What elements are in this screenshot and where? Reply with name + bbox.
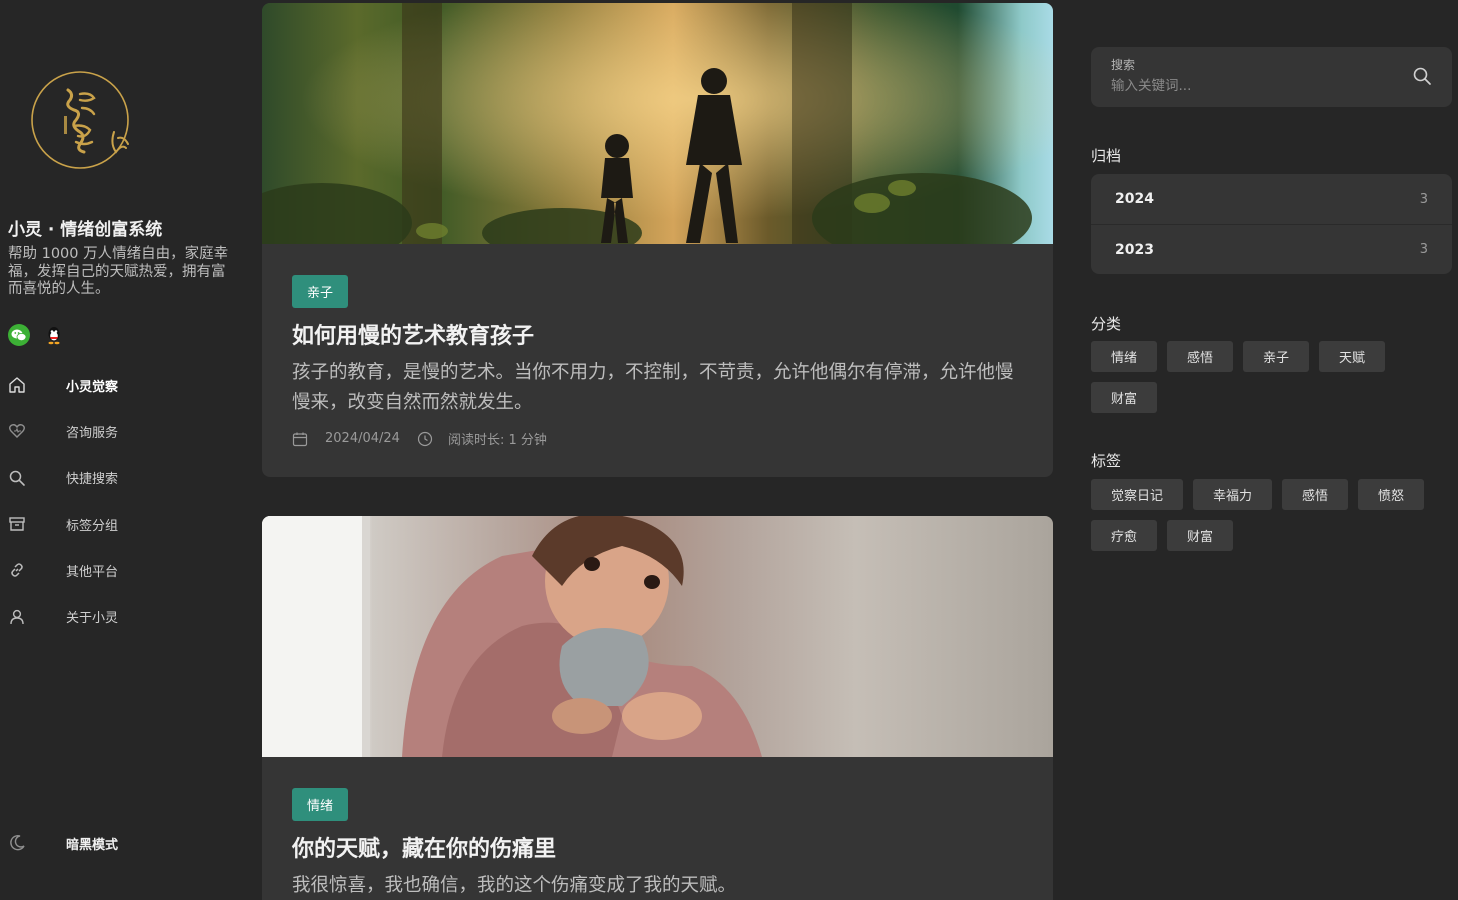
site-logo[interactable] <box>28 68 136 172</box>
nav-item-tags[interactable]: 标签分组 <box>0 501 240 547</box>
wechat-icon[interactable] <box>8 324 30 346</box>
tag-chip[interactable]: 觉察日记 <box>1091 479 1183 510</box>
post-excerpt: 孩子的教育，是慢的艺术。当你不用力，不控制，不苛责，允许他偶尔有停滞，允许他慢慢… <box>292 362 1014 413</box>
post-card[interactable]: 亲子 如何用慢的艺术教育孩子 孩子的教育，是慢的艺术。当你不用力，不控制，不苛责… <box>262 3 1053 477</box>
nav-item-consulting[interactable]: 咨询服务 <box>0 408 240 454</box>
qq-icon[interactable] <box>43 324 65 346</box>
site-description: 帮助 1000 万人情绪自由，家庭幸福，发挥自己的天赋热爱，拥有富而喜悦的人生。 <box>8 246 229 297</box>
clock-icon <box>417 431 433 447</box>
post-date: 2024/04/24 <box>325 431 400 446</box>
search-label: 搜索 <box>1111 58 1136 72</box>
search-icon <box>8 469 26 487</box>
archive-row[interactable]: 2023 3 <box>1091 224 1452 274</box>
nav-item-home[interactable]: 小灵觉察 <box>0 362 240 408</box>
post-excerpt: 我很惊喜，我也确信，我的这个伤痛变成了我的天赋。 <box>292 875 737 896</box>
site-title[interactable]: 小灵 · 情绪创富系统 <box>8 215 162 240</box>
moon-icon <box>8 834 26 852</box>
link-icon <box>8 561 26 579</box>
nav-item-search[interactable]: 快捷搜索 <box>0 455 240 501</box>
nav-item-about[interactable]: 关于小灵 <box>0 593 240 639</box>
post-title[interactable]: 如何用慢的艺术教育孩子 <box>292 322 1024 352</box>
tag-chip[interactable]: 幸福力 <box>1193 479 1272 510</box>
nav-label: 小灵觉察 <box>66 379 119 395</box>
calendar-icon <box>292 431 308 447</box>
archive-title: 归档 <box>1091 147 1122 165</box>
tag-chip[interactable]: 财富 <box>1167 520 1233 551</box>
category-chip[interactable]: 亲子 <box>1243 341 1309 372</box>
nav-label: 标签分组 <box>66 518 119 534</box>
category-chip[interactable]: 财富 <box>1091 382 1157 413</box>
search-input[interactable] <box>1111 76 1391 96</box>
nav-label: 快捷搜索 <box>66 472 119 488</box>
category-chip[interactable]: 情绪 <box>1091 341 1157 372</box>
categories-title: 分类 <box>1091 315 1122 333</box>
category-chip[interactable]: 感悟 <box>1167 341 1233 372</box>
archive-count: 3 <box>1419 242 1428 257</box>
category-chips: 情绪 感悟 亲子 天赋 财富 <box>1091 341 1453 413</box>
tag-chip[interactable]: 愤怒 <box>1358 479 1424 510</box>
post-category-badge[interactable]: 情绪 <box>292 788 349 821</box>
archive-year: 2023 <box>1115 241 1154 258</box>
dark-mode-label: 暗黑模式 <box>66 837 119 853</box>
user-icon <box>8 608 26 626</box>
nav-label: 其他平台 <box>66 564 119 580</box>
search-box: 搜索 <box>1091 47 1452 107</box>
archive-list: 2024 3 2023 3 <box>1091 174 1452 274</box>
dark-mode-toggle[interactable]: 暗黑模式 <box>0 828 240 858</box>
post-title[interactable]: 你的天赋，藏在你的伤痛里 <box>292 835 1024 865</box>
post-cover-image[interactable] <box>262 3 1053 244</box>
tag-chip[interactable]: 感悟 <box>1282 479 1348 510</box>
nav-item-platforms[interactable]: 其他平台 <box>0 547 240 593</box>
nav-label: 咨询服务 <box>66 425 119 441</box>
home-icon <box>8 376 26 394</box>
category-chip[interactable]: 天赋 <box>1319 341 1385 372</box>
tag-chip[interactable]: 疗愈 <box>1091 520 1157 551</box>
main-nav: 小灵觉察 咨询服务 快捷搜索 标签分组 其他平台 关于小灵 <box>0 362 240 640</box>
left-sidebar: 小灵 · 情绪创富系统 帮助 1000 万人情绪自由，家庭幸福，发挥自己的天赋热… <box>0 0 240 900</box>
post-category-badge[interactable]: 亲子 <box>292 275 349 308</box>
archive-year: 2024 <box>1115 191 1154 207</box>
nav-label: 关于小灵 <box>66 611 119 627</box>
search-icon[interactable] <box>1412 66 1432 86</box>
archive-box-icon <box>8 515 26 533</box>
archive-row[interactable]: 2024 3 <box>1091 174 1452 224</box>
post-card[interactable]: 情绪 你的天赋，藏在你的伤痛里 我很惊喜，我也确信，我的这个伤痛变成了我的天赋。 <box>262 516 1053 900</box>
tag-chips: 觉察日记 幸福力 感悟 愤怒 疗愈 财富 <box>1091 479 1453 551</box>
tags-title: 标签 <box>1091 452 1122 470</box>
post-read-time: 阅读时长: 1 分钟 <box>447 433 547 448</box>
archive-count: 3 <box>1419 191 1428 207</box>
post-cover-image[interactable] <box>262 516 1053 757</box>
heart-icon <box>8 422 26 440</box>
post-meta: 2024/04/24 阅读时长: 1 分钟 <box>292 429 1024 448</box>
social-links <box>8 324 65 346</box>
